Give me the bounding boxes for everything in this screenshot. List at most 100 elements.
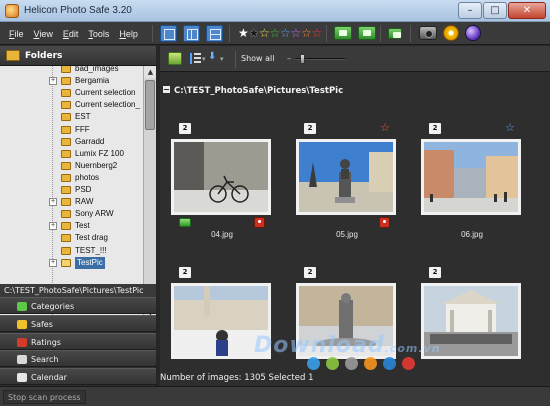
- rating-star-6-icon[interactable]: ☆: [291, 26, 302, 40]
- folder-item[interactable]: EST: [0, 111, 143, 123]
- close-button[interactable]: ✕: [508, 2, 546, 19]
- direction-dropdown-icon[interactable]: ▾: [220, 55, 224, 63]
- nav-section-label: Categories: [31, 302, 75, 311]
- folder-item[interactable]: PSD: [0, 184, 143, 196]
- nav-section-calendar[interactable]: Calendar: [0, 368, 156, 386]
- window-title: Helicon Photo Safe 3.20: [24, 5, 132, 16]
- folder-item[interactable]: Garradd: [0, 136, 143, 148]
- tag-filter-icon[interactable]: [168, 52, 182, 65]
- folder-item[interactable]: Test drag: [0, 232, 143, 244]
- folder-icon: [61, 234, 71, 243]
- folder-item[interactable]: + Bergamia: [0, 75, 143, 87]
- collapse-icon[interactable]: [163, 86, 170, 93]
- rating-star-8-icon[interactable]: ☆: [312, 26, 323, 40]
- folder-tree[interactable]: bad_images + Bergamia Current selection Curr…: [0, 66, 143, 319]
- scrollbar-thumb[interactable]: [145, 80, 155, 130]
- show-all-button[interactable]: Show all: [241, 54, 274, 63]
- menu-edit[interactable]: Edit: [58, 29, 84, 39]
- photo-thumbnail[interactable]: [296, 139, 396, 215]
- thumbnail-filename: 04.jpg: [211, 230, 233, 239]
- menu-bar: File View Edit Tools Help: [4, 22, 143, 45]
- menu-tools[interactable]: Tools: [83, 29, 114, 39]
- folder-name: FFF: [75, 124, 90, 134]
- nav-section-ratings[interactable]: Ratings: [0, 332, 156, 350]
- version-badge: 2: [429, 267, 441, 278]
- folder-item[interactable]: FFF: [0, 124, 143, 136]
- rating-star-7-icon[interactable]: ☆: [301, 26, 312, 40]
- watermark-dot: [345, 357, 358, 370]
- publish-web-icon[interactable]: [465, 25, 481, 41]
- sort-icon[interactable]: [188, 52, 202, 65]
- nav-section-search[interactable]: Search: [0, 350, 156, 368]
- folder-item[interactable]: + Test: [0, 220, 143, 232]
- search-icon: [17, 355, 27, 365]
- folder-item[interactable]: photos: [0, 172, 143, 184]
- layout-columns-button[interactable]: [183, 25, 200, 42]
- menu-view[interactable]: View: [29, 29, 58, 39]
- folder-item[interactable]: Current selection_: [0, 99, 143, 111]
- nav-section-safes[interactable]: Safes: [0, 314, 156, 332]
- rating-star-4-icon[interactable]: ☆: [270, 26, 281, 40]
- sort-dropdown-icon[interactable]: ▾: [202, 55, 206, 63]
- watermark-dots: [307, 357, 415, 370]
- tag-icon[interactable]: [388, 28, 402, 39]
- thumbnail-item[interactable]: 2 ☆ 05.jpg: [295, 121, 399, 239]
- slider-knob[interactable]: [299, 54, 305, 64]
- folder-icon: [61, 222, 71, 231]
- folder-item[interactable]: bad_images: [0, 66, 143, 75]
- photo-thumbnail[interactable]: [171, 139, 271, 215]
- folder-name: Nuernberg2: [75, 160, 118, 170]
- add-category-icon[interactable]: [334, 26, 352, 40]
- layout-single-button[interactable]: [160, 25, 177, 42]
- minimize-button[interactable]: –: [458, 2, 482, 19]
- photo-thumbnail[interactable]: [421, 139, 521, 215]
- watermark-dot: [402, 357, 415, 370]
- maximize-button[interactable]: □: [483, 2, 507, 19]
- geotag-pin-icon[interactable]: [254, 217, 265, 228]
- geotag-pin-icon[interactable]: [379, 217, 390, 228]
- rating-star-icon[interactable]: ☆: [380, 121, 390, 135]
- layout-rows-button[interactable]: [206, 25, 223, 42]
- thumbnail-item[interactable]: 2: [420, 267, 524, 383]
- sort-direction-icon[interactable]: ⬇: [208, 51, 216, 62]
- rating-star-2-icon[interactable]: ★: [249, 26, 260, 40]
- expand-icon[interactable]: +: [49, 198, 57, 207]
- watermark-dot: [364, 357, 377, 370]
- zoom-out-icon[interactable]: –: [287, 54, 291, 64]
- folder-name: RAW: [75, 197, 94, 207]
- folder-name: Test drag: [75, 233, 108, 243]
- expand-icon[interactable]: +: [49, 222, 57, 231]
- folder-item[interactable]: TEST_!!!: [0, 245, 143, 257]
- app-icon: [5, 4, 19, 18]
- menu-file[interactable]: File: [4, 29, 29, 39]
- expand-icon[interactable]: +: [49, 258, 57, 267]
- nav-section-categories[interactable]: Categories: [0, 297, 156, 314]
- rating-star-icon[interactable]: ☆: [505, 121, 515, 135]
- remove-category-icon[interactable]: [358, 26, 376, 40]
- folders-header[interactable]: Folders: [0, 46, 156, 66]
- thumbnail-item[interactable]: 2: [170, 267, 274, 383]
- expand-icon[interactable]: +: [49, 77, 57, 86]
- rating-star-1-icon[interactable]: ★: [238, 26, 249, 40]
- thumbnail-item[interactable]: 2 04.jpg: [170, 123, 274, 239]
- bottom-status-bar: [156, 386, 550, 406]
- folder-item[interactable]: Lumix FZ 100: [0, 148, 143, 160]
- stop-scan-button[interactable]: Stop scan process: [3, 390, 86, 404]
- rating-star-3-icon[interactable]: ☆: [259, 26, 270, 40]
- category-tag-icon[interactable]: [179, 218, 191, 227]
- burn-disc-icon[interactable]: [443, 25, 459, 41]
- folder-item[interactable]: Nuernberg2: [0, 160, 143, 172]
- camera-import-icon[interactable]: [419, 26, 437, 40]
- folder-icon: [61, 258, 71, 267]
- folder-item[interactable]: + TestPic: [0, 256, 143, 269]
- thumbnail-size-slider[interactable]: –: [287, 54, 351, 64]
- rating-star-5-icon[interactable]: ☆: [280, 26, 291, 40]
- folder-item[interactable]: Sony ARW: [0, 208, 143, 220]
- menu-help[interactable]: Help: [114, 29, 143, 39]
- thumbnail-item[interactable]: 2 ☆ 06.jpg: [420, 121, 524, 239]
- folder-heading-path: C:\TEST_PhotoSafe\Pictures\TestPic: [174, 86, 344, 96]
- window-controls: – □ ✕: [458, 2, 546, 19]
- folder-item[interactable]: + RAW: [0, 196, 143, 208]
- tree-vertical-scrollbar[interactable]: ▲ ▼: [143, 66, 157, 319]
- folder-item[interactable]: Current selection: [0, 87, 143, 99]
